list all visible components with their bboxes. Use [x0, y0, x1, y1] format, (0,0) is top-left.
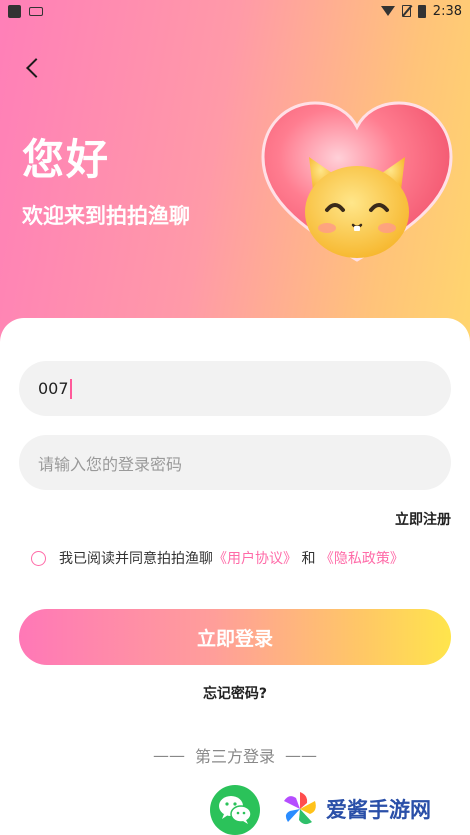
- privacy-policy-link[interactable]: 《隐私政策》: [320, 548, 404, 568]
- forgot-password-link[interactable]: 忘记密码?: [0, 683, 470, 703]
- agreement-conjunction: 和: [297, 551, 320, 567]
- user-agreement-link[interactable]: 《用户协议》: [213, 548, 297, 568]
- back-button[interactable]: [18, 52, 48, 84]
- wifi-icon: [380, 6, 395, 16]
- battery-icon: [417, 4, 426, 18]
- status-bar: 2:38: [0, 0, 470, 22]
- password-input[interactable]: 请输入您的登录密码: [19, 435, 451, 490]
- password-placeholder: 请输入您的登录密码: [38, 454, 183, 474]
- pinwheel-logo-icon: [284, 792, 316, 825]
- agreement-row: 我已阅读并同意拍拍渔聊 《用户协议》 和 《隐私政策》: [31, 548, 404, 568]
- notification-icon: [29, 6, 43, 16]
- greeting-title: 您好: [22, 135, 111, 184]
- agreement-text: 我已阅读并同意拍拍渔聊: [59, 551, 213, 567]
- register-link[interactable]: 立即注册: [395, 509, 451, 529]
- watermark: 爱酱手游网: [280, 787, 431, 831]
- welcome-subtitle: 欢迎来到拍拍渔聊: [22, 204, 190, 228]
- text-cursor: [69, 378, 72, 399]
- third-party-divider: —— 第三方登录 ——: [0, 743, 470, 767]
- account-input[interactable]: 007: [19, 361, 451, 416]
- watermark-text: 爱酱手游网: [326, 798, 431, 822]
- third-party-label: 第三方登录: [194, 747, 275, 766]
- wechat-login-button[interactable]: [210, 785, 260, 835]
- wechat-icon: [219, 796, 252, 824]
- divider-dash-left: ——: [152, 745, 185, 765]
- divider-dash-right: ——: [285, 745, 317, 765]
- account-input-value: 007: [38, 379, 69, 398]
- no-sim-icon: [401, 5, 411, 17]
- login-button-label: 立即登录: [196, 627, 273, 650]
- notification-app-icon: [8, 4, 21, 18]
- status-time: 2:38: [432, 3, 462, 19]
- chevron-left-icon: [26, 58, 46, 78]
- login-button[interactable]: 立即登录: [19, 609, 451, 665]
- agreement-checkbox[interactable]: [31, 550, 46, 566]
- heart-cat-mascot-illustration: [261, 101, 453, 262]
